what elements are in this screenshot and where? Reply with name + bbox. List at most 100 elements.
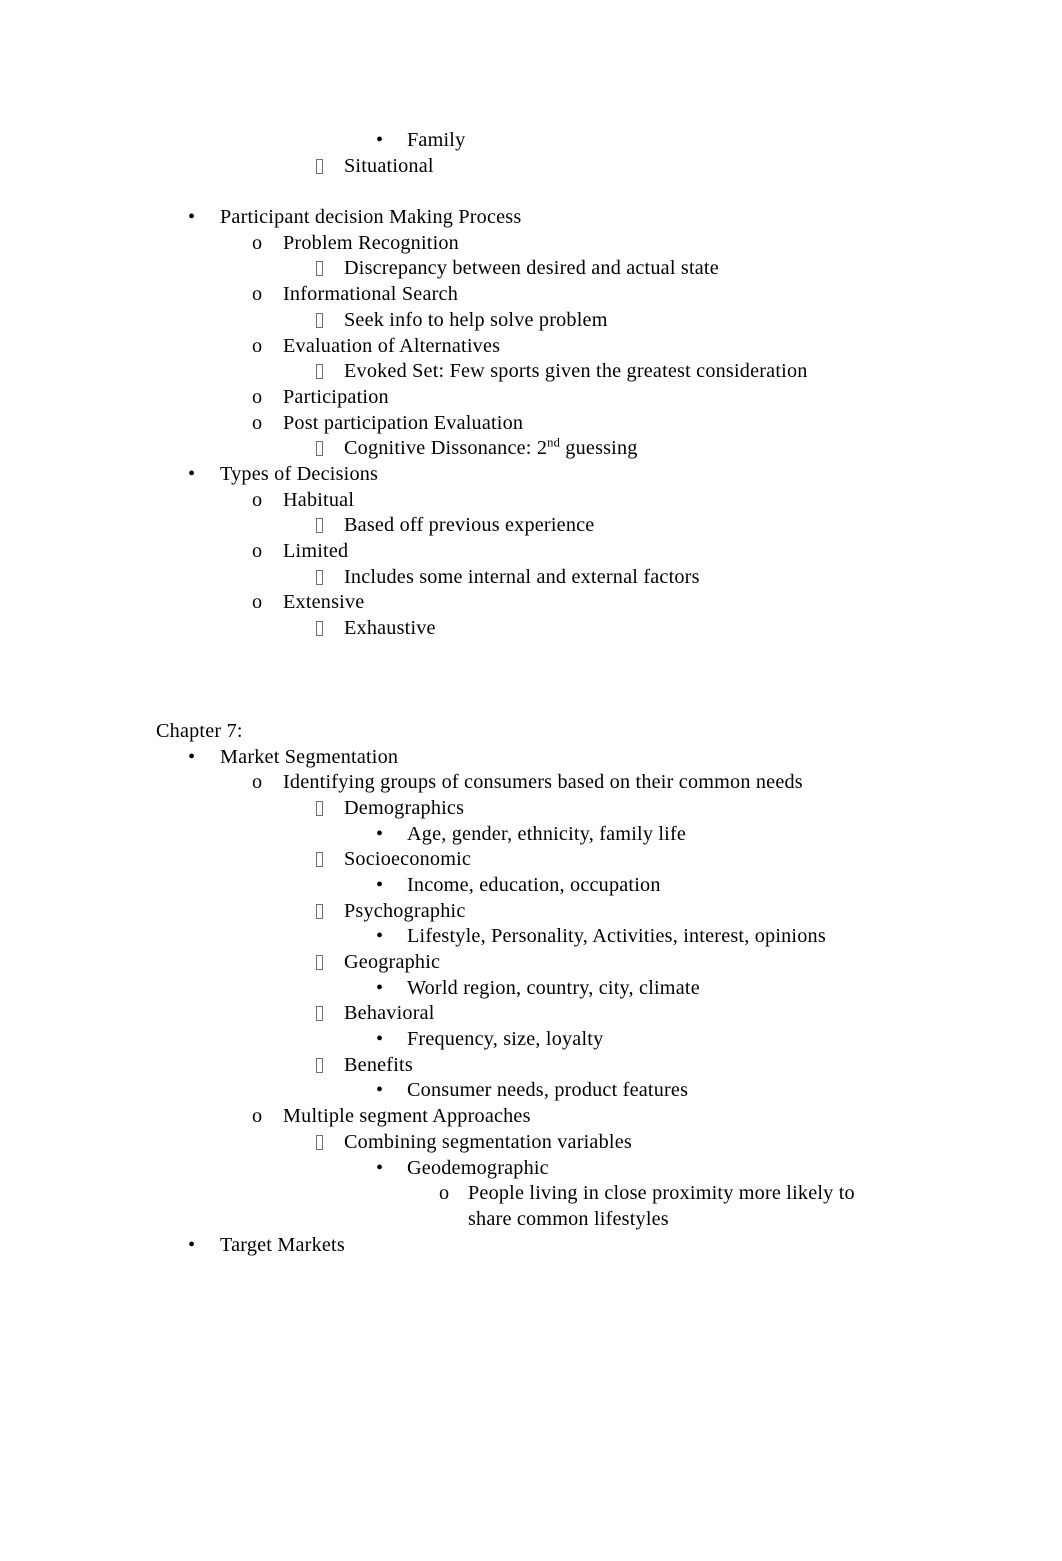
list-item-label: Informational Search xyxy=(283,283,459,306)
list-item: • Consumer needs, product features xyxy=(0,1078,1062,1104)
list-item: o Identifying groups of consumers based … xyxy=(0,770,1062,796)
list-item: Combining segmentation variables xyxy=(0,1130,1062,1156)
bullet-circle-icon: o xyxy=(439,1182,450,1205)
bullet-circle-icon: o xyxy=(252,591,263,614)
bullet-box-icon xyxy=(316,518,323,534)
list-item-label: Lifestyle, Personality, Activities, inte… xyxy=(407,925,826,948)
cognitive-dissonance-text: Cognitive Dissonance: 2 xyxy=(344,437,548,460)
list-item: • Participant decision Making Process xyxy=(0,205,1062,231)
list-item-label: Multiple segment Approaches xyxy=(283,1105,531,1128)
bullet-disc-icon: • xyxy=(188,745,196,768)
list-item: Cognitive Dissonance: 2nd guessing xyxy=(0,436,1062,462)
list-item: Behavioral xyxy=(0,1001,1062,1027)
list-item: Includes some internal and external fact… xyxy=(0,565,1062,591)
bullet-box-icon xyxy=(316,1134,323,1150)
list-item-label: Based off previous experience xyxy=(344,514,595,537)
list-item: o Informational Search xyxy=(0,282,1062,308)
document-body: • Family Situational • Participant decis… xyxy=(0,128,1062,1258)
list-item-label: Family xyxy=(407,129,466,151)
list-item-label: World region, country, city, climate xyxy=(407,976,700,999)
list-item-label: Types of Decisions xyxy=(220,462,379,485)
bullet-box-icon xyxy=(316,364,323,380)
bullet-disc-icon: • xyxy=(376,976,384,999)
list-item-label: Income, education, occupation xyxy=(407,873,661,896)
list-item: o Limited xyxy=(0,539,1062,565)
list-item: o Multiple segment Approaches xyxy=(0,1104,1062,1130)
list-item: Evoked Set: Few sports given the greates… xyxy=(0,359,1062,385)
list-item: Seek info to help solve problem xyxy=(0,308,1062,334)
bullet-box-icon xyxy=(316,955,323,970)
list-item-label: Limited xyxy=(283,540,349,562)
list-item-label: Combining segmentation variables xyxy=(344,1130,632,1153)
bullet-circle-icon: o xyxy=(252,411,263,434)
list-item-label: Evoked Set: Few sports given the greates… xyxy=(344,360,808,383)
list-item: Situational xyxy=(0,154,1062,180)
cognitive-dissonance-suffix: guessing xyxy=(560,437,638,460)
list-item: o Post participation Evaluation xyxy=(0,411,1062,437)
list-item: • Frequency, size, loyalty xyxy=(0,1027,1062,1053)
list-item: Based off previous experience xyxy=(0,513,1062,539)
bullet-disc-icon: • xyxy=(376,822,384,845)
list-item: o Participation xyxy=(0,385,1062,411)
list-item: • Lifestyle, Personality, Activities, in… xyxy=(0,924,1062,950)
bullet-disc-icon: • xyxy=(188,206,196,229)
bullet-box-icon xyxy=(316,1057,323,1073)
list-item-label: Discrepancy between desired and actual s… xyxy=(344,257,719,280)
list-item-label: Participation xyxy=(283,385,389,408)
bullet-circle-icon: o xyxy=(252,283,263,306)
list-item: Benefits xyxy=(0,1053,1062,1079)
list-item-label: Benefits xyxy=(344,1053,413,1076)
bullet-box-icon xyxy=(316,852,323,868)
bullet-disc-icon: • xyxy=(376,873,384,896)
list-item: • Types of Decisions xyxy=(0,462,1062,488)
list-item-label: Identifying groups of consumers based on… xyxy=(283,771,803,794)
bullet-circle-icon: o xyxy=(252,385,263,408)
list-item: o Extensive xyxy=(0,590,1062,616)
list-item: Socioeconomic xyxy=(0,847,1062,873)
list-item-label: Behavioral xyxy=(344,1002,435,1025)
list-item-label: Includes some internal and external fact… xyxy=(344,565,700,588)
bullet-disc-icon: • xyxy=(376,1079,384,1102)
list-item-label: Target Markets xyxy=(220,1233,345,1256)
bullet-disc-icon: • xyxy=(376,129,384,151)
bullet-circle-icon: o xyxy=(252,334,263,357)
bullet-circle-icon: o xyxy=(252,771,263,794)
list-item: Geographic xyxy=(0,950,1062,976)
list-item-label: Age, gender, ethnicity, family life xyxy=(407,822,687,845)
bullet-circle-icon: o xyxy=(252,1105,263,1128)
list-item-label: Psychographic xyxy=(344,899,466,922)
list-item: o Problem Recognition xyxy=(0,231,1062,257)
list-item-label: Evaluation of Alternatives xyxy=(283,334,501,357)
list-item: • Market Segmentation xyxy=(0,745,1062,771)
list-item-label: Frequency, size, loyalty xyxy=(407,1028,604,1051)
bullet-box-icon xyxy=(316,441,323,457)
list-item-label: Geodemographic xyxy=(407,1156,549,1179)
list-item-label: Consumer needs, product features xyxy=(407,1079,689,1102)
bullet-box-icon xyxy=(316,800,323,816)
bullet-disc-icon: • xyxy=(376,1156,384,1179)
bullet-box-icon xyxy=(316,158,323,174)
bullet-circle-icon: o xyxy=(252,231,263,254)
list-item-label: Habitual xyxy=(283,488,355,511)
list-item-label: Problem Recognition xyxy=(283,231,459,254)
bullet-box-icon xyxy=(316,903,323,919)
bullet-circle-icon: o xyxy=(252,540,263,562)
list-item: • Income, education, occupation xyxy=(0,873,1062,899)
list-item: Exhaustive xyxy=(0,616,1062,642)
list-item: • Age, gender, ethnicity, family life xyxy=(0,822,1062,848)
bullet-box-icon xyxy=(316,621,323,637)
list-item-label: Situational xyxy=(344,154,434,177)
bullet-box-icon xyxy=(316,569,323,585)
list-item: o People living in close proximity more … xyxy=(0,1181,1062,1232)
list-item: • World region, country, city, climate xyxy=(0,976,1062,1002)
document-page: • Family Situational • Participant decis… xyxy=(0,0,1062,1561)
list-item-label: Geographic xyxy=(344,951,441,973)
list-item-label: Seek info to help solve problem xyxy=(344,308,608,331)
bullet-box-icon xyxy=(316,1006,323,1022)
list-item: Psychographic xyxy=(0,899,1062,925)
list-item: • Family xyxy=(0,128,1062,154)
list-item: Discrepancy between desired and actual s… xyxy=(0,256,1062,282)
bullet-disc-icon: • xyxy=(376,925,384,948)
